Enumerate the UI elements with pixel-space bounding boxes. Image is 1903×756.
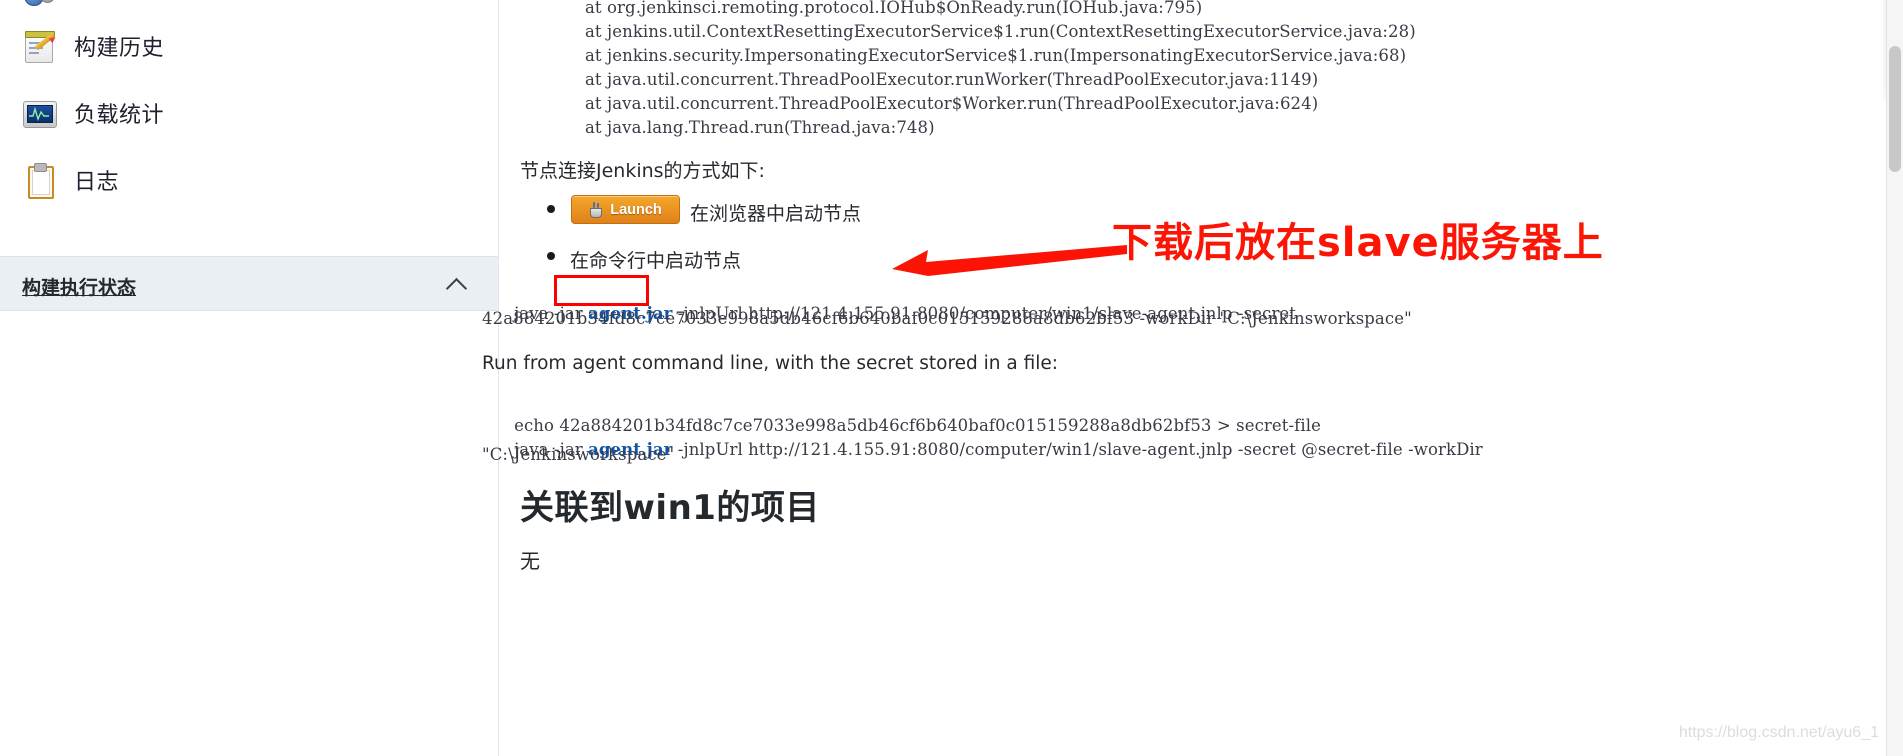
bullet-marker: [547, 205, 555, 213]
bullet-marker: [547, 252, 555, 260]
stack-trace-line: at jenkins.security.ImpersonatingExecuto…: [585, 46, 1407, 65]
launch-button[interactable]: Launch: [571, 195, 680, 224]
sidebar-item-label: 负载统计: [74, 103, 165, 128]
waveform-glyph: [29, 106, 49, 121]
cmd-suffix: -jnlpUrl http://121.4.155.91:8080/comput…: [672, 440, 1483, 459]
partial-cut-icon: [22, 0, 56, 8]
page-section-heading: 关联到win1的项目: [520, 488, 820, 528]
scrollbar-thumb[interactable]: [1889, 46, 1901, 172]
watermark-text: https://blog.csdn.net/ayu6_1: [1678, 724, 1879, 741]
main-content: at org.jenkinsci.remoting.protocol.IOHub…: [482, 0, 1903, 756]
stack-trace-line: at java.util.concurrent.ThreadPoolExecut…: [585, 70, 1319, 89]
stack-trace-line: at java.util.concurrent.ThreadPoolExecut…: [585, 94, 1319, 113]
sidebar: 构建历史 负载统计 日志 构建执行状态: [0, 0, 499, 756]
sidebar-item-log[interactable]: 日志: [22, 158, 119, 202]
clipboard-icon: [22, 163, 56, 199]
cli-launch-text: 在命令行中启动节点: [570, 250, 742, 272]
cmd-line-2: 42a884201b34fd8c7ce7033e998a5db46cf6b640…: [482, 309, 1412, 328]
stack-trace-line: at org.jenkinsci.remoting.protocol.IOHub…: [585, 0, 1203, 17]
java-cup-icon: [589, 201, 603, 218]
build-executor-status-panel-header[interactable]: 构建执行状态: [0, 256, 498, 311]
build-executor-status-title[interactable]: 构建执行状态: [22, 273, 136, 300]
cmd-line-workdir: "C:\Jenkinsworkspace": [482, 445, 675, 464]
sidebar-item-label: 日志: [74, 170, 120, 195]
sidebar-item-load-statistics[interactable]: 负载统计: [22, 91, 164, 135]
arrow-left-icon: [892, 245, 1127, 276]
secret-file-note: Run from agent command line, with the se…: [482, 353, 1059, 374]
launch-button-label: Launch: [610, 201, 662, 218]
page-root: 构建历史 负载统计 日志 构建执行状态 at org.jenkinsci.rem…: [0, 0, 1903, 756]
red-annotation-text: 下载后放在slave服务器上: [1112, 220, 1604, 266]
monitor-chart-icon: [22, 96, 57, 130]
stack-trace-line: at jenkins.util.ContextResettingExecutor…: [585, 22, 1416, 41]
connect-methods-intro: 节点连接Jenkins的方式如下:: [520, 160, 765, 182]
sidebar-item-label: 构建历史: [74, 36, 165, 61]
chevron-up-icon[interactable]: [448, 275, 468, 295]
stack-trace-line: at java.lang.Thread.run(Thread.java:748): [585, 118, 935, 137]
no-projects-text: 无: [520, 549, 540, 573]
vertical-scrollbar[interactable]: [1886, 0, 1903, 756]
notepad-pencil-icon: [22, 29, 58, 63]
sidebar-item-build-history[interactable]: 构建历史: [22, 24, 164, 68]
browser-launch-text: 在浏览器中启动节点: [690, 203, 862, 225]
